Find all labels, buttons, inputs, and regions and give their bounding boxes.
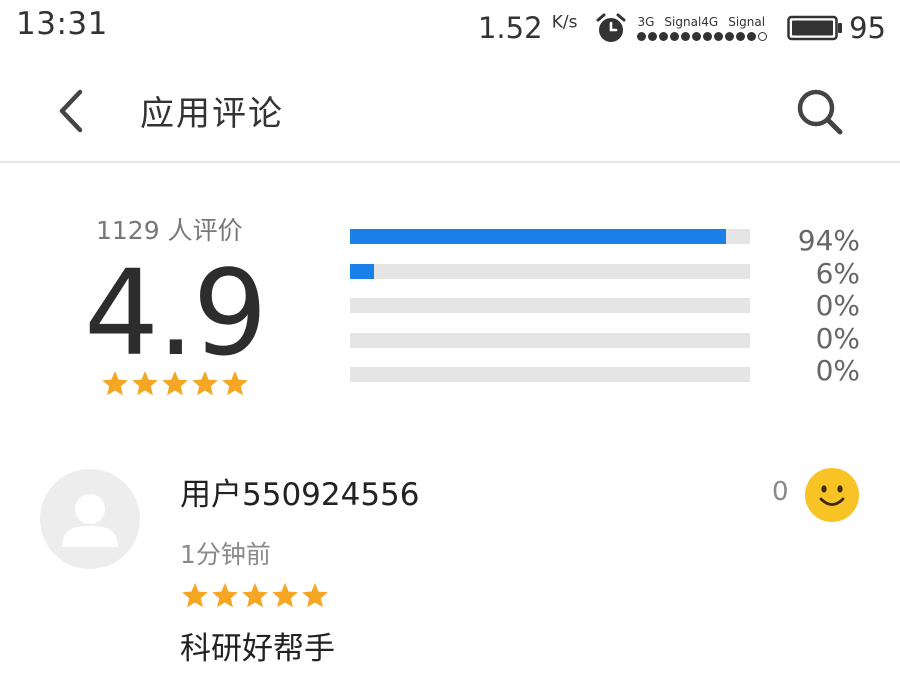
rating-percent-5: 94%	[797, 224, 860, 257]
avatar[interactable]	[40, 469, 140, 569]
rating-bar-2	[350, 332, 750, 348]
review-item: 用户550924556 1分钟前 科研好帮手 0	[0, 455, 900, 692]
signal-label-4g: Signal4G	[664, 15, 719, 29]
signal-dot	[681, 32, 691, 41]
star-icon	[302, 583, 328, 608]
rating-bar-3	[350, 298, 750, 313]
signal-indicator: 3G Signal4G Signal	[637, 15, 775, 41]
status-indicators: 1.52 K/s 3G Signal4G Signal 95	[478, 8, 886, 48]
signal-dot	[637, 32, 647, 41]
review-time: 1分钟前	[180, 540, 271, 569]
star-icon	[162, 371, 188, 396]
app-review-page: 13:31 1.52 K/s 3G Signal4G Signal 95 应用评…	[0, 0, 900, 692]
signal-dot	[736, 32, 746, 41]
star-icon	[132, 371, 158, 396]
rating-percent-4: 6%	[815, 256, 860, 290]
signal-label: Signal	[728, 15, 766, 29]
signal-dot	[703, 32, 713, 41]
rating-percent-3: 0%	[815, 289, 860, 322]
star-icon	[272, 583, 298, 608]
star-icon	[222, 371, 248, 396]
app-header: 应用评论	[0, 56, 900, 163]
rating-summary: 1129 人评价 4.9 94% 6% 0% 0% 0%	[0, 165, 900, 425]
like-count: 0	[772, 477, 789, 507]
alarm-icon	[596, 13, 626, 42]
summary-star-rating	[100, 369, 250, 399]
signal-dot	[747, 32, 757, 41]
review-username[interactable]: 用户550924556	[180, 469, 420, 514]
rating-bar-fill	[350, 229, 726, 244]
page-title: 应用评论	[140, 94, 284, 134]
star-icon	[212, 583, 238, 608]
rating-bar-5	[350, 229, 750, 244]
star-icon	[192, 371, 218, 396]
review-star-rating	[180, 581, 330, 611]
smile-face-icon[interactable]	[804, 467, 860, 523]
battery-icon	[787, 15, 843, 41]
signal-dot	[725, 32, 735, 41]
network-speed: 1.52 K/s	[478, 11, 578, 45]
rating-bar-1	[350, 367, 750, 382]
rating-percentages: 94% 6% 0% 0% 0%	[750, 224, 860, 388]
rating-bar-fill	[350, 263, 374, 279]
rating-distribution-bars	[350, 229, 750, 402]
network-speed-unit: K/s	[551, 12, 578, 33]
battery-level: 95	[849, 11, 886, 45]
chevron-left-icon[interactable]	[52, 88, 92, 134]
star-icon	[182, 583, 208, 608]
signal-dot	[648, 32, 658, 41]
signal-dot-empty	[758, 32, 768, 41]
rating-score: 4.9	[84, 244, 268, 382]
status-time: 13:31	[16, 6, 108, 42]
rating-percent-1: 0%	[815, 354, 860, 387]
search-icon[interactable]	[794, 86, 844, 136]
status-bar: 13:31 1.52 K/s 3G Signal4G Signal 95	[0, 0, 900, 56]
star-icon	[242, 583, 268, 608]
signal-dots	[637, 32, 769, 41]
review-text: 科研好帮手	[180, 631, 335, 667]
rating-percent-2: 0%	[815, 321, 860, 355]
signal-dot	[692, 32, 702, 41]
rating-bar-4	[350, 263, 750, 279]
signal-dot	[659, 32, 669, 41]
signal-dot	[714, 32, 724, 41]
network-speed-value: 1.52	[477, 11, 543, 45]
signal-label-3g: 3G	[637, 15, 655, 29]
star-icon	[102, 371, 128, 396]
rating-count: 1129 人评价	[96, 216, 243, 245]
signal-dot	[670, 32, 680, 41]
user-silhouette-icon	[62, 494, 118, 547]
